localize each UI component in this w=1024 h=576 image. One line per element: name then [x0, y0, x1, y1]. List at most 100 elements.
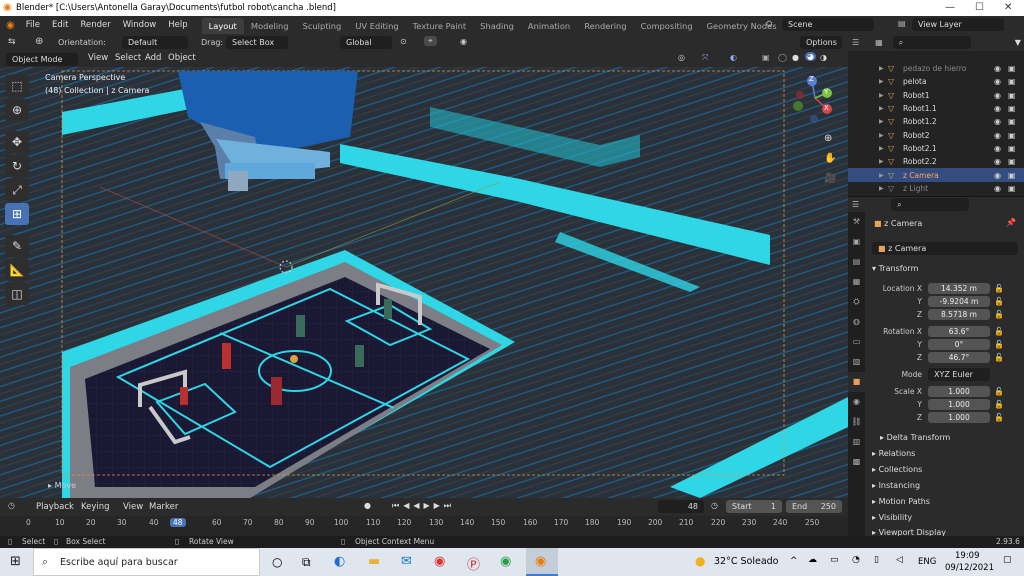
lock-icon[interactable]: 🔓 [994, 413, 1004, 422]
transform-pivot-icon[interactable]: ⊕ [35, 36, 43, 47]
taskbar-weather[interactable]: 32°C Soleado [714, 556, 778, 567]
rotation-y-field[interactable]: 0° [928, 339, 990, 350]
meet-now-icon[interactable]: ▭ [830, 555, 839, 565]
chrome-profile-icon[interactable]: ◉ [500, 554, 511, 569]
scale-tool-icon[interactable]: ⤢ [5, 179, 29, 201]
properties-search-input[interactable]: ⌕ [891, 198, 970, 211]
expand-icon[interactable]: ▶ [879, 132, 884, 139]
gizmo-icon[interactable]: ⤧ [702, 53, 708, 63]
outliner-row-robot2-2[interactable]: ▶ ▽ Robot2.2 ◉ ▣ [848, 155, 1024, 168]
render-camera-icon[interactable]: ▣ [1008, 77, 1016, 86]
outliner-search-input[interactable]: ⌕ [892, 36, 971, 49]
tool-tab-icon[interactable]: ⚒ [848, 212, 865, 232]
output-tab-icon[interactable]: ▤ [848, 252, 865, 272]
navigation-gizmo[interactable]: Z Y X ⊕ ✋ 🎥 [790, 73, 840, 193]
taskbar-search-box[interactable]: ⌕ Escribe aquí para buscar [33, 548, 260, 576]
visibility-eye-icon[interactable]: ◉ [994, 104, 1001, 113]
viewport-menu-object[interactable]: Object [162, 50, 202, 66]
rotation-mode-dropdown[interactable]: XYZ Euler [928, 368, 990, 381]
visibility-eye-icon[interactable]: ◉ [994, 144, 1001, 153]
tab-uv-editing[interactable]: UV Editing [348, 18, 405, 34]
expand-icon[interactable]: ▶ [879, 172, 884, 179]
outliner-row-pedazo-de-hierro[interactable]: ▶ ▽ pedazo de hierro ◉ ▣ [848, 62, 1024, 75]
expand-icon[interactable]: ▶ [879, 158, 884, 165]
visibility-eye-icon[interactable]: ◉ [994, 77, 1001, 86]
notifications-icon[interactable]: ▢ [1003, 555, 1012, 565]
pivot-point-icon[interactable]: ⊙ [400, 37, 407, 46]
transform-orientation-dropdown[interactable]: Global [340, 36, 392, 49]
rotation-z-field[interactable]: 46.7° [928, 352, 990, 363]
rendered-shading-icon[interactable]: ◑ [820, 53, 827, 62]
properties-editor-icon[interactable]: ☰ [852, 200, 859, 209]
lock-icon[interactable]: 🔓 [994, 387, 1004, 396]
orientation-dropdown[interactable]: Default [122, 36, 188, 49]
view-layer-tab-icon[interactable]: ▦ [848, 272, 865, 292]
annotate-tool-icon[interactable]: ✎ [5, 235, 29, 257]
display-mode-icon[interactable]: ▦ [875, 38, 883, 47]
relations-panel[interactable]: ▸ Relations [872, 449, 915, 458]
render-camera-icon[interactable]: ▣ [1008, 64, 1016, 73]
outliner-row-robot1-2[interactable]: ▶ ▽ Robot1.2 ◉ ▣ [848, 115, 1024, 128]
taskbar-time[interactable]: 19:09 [955, 551, 980, 561]
tool-icon[interactable]: ⇆ [8, 37, 16, 47]
menu-window[interactable]: Window [117, 16, 163, 34]
expand-icon[interactable]: ▶ [879, 185, 884, 192]
solid-shading-icon[interactable]: ● [792, 53, 799, 62]
lock-icon[interactable]: 🔓 [994, 353, 1004, 362]
network-icon[interactable]: ◔ [852, 555, 860, 565]
visibility-eye-icon[interactable]: ◉ [994, 64, 1001, 73]
tab-sculpting[interactable]: Sculpting [296, 18, 349, 34]
tab-shading[interactable]: Shading [473, 18, 521, 34]
timeline-menu-playback[interactable]: Playback [30, 498, 80, 516]
measure-tool-icon[interactable]: 📐 [5, 259, 29, 281]
transform-panel-header[interactable]: ▾ Transform [872, 264, 918, 273]
end-frame-field[interactable]: End 250 [786, 500, 842, 513]
scene-tab-icon[interactable]: ⛭ [848, 292, 865, 312]
move-tool-icon[interactable]: ✥ [5, 131, 29, 153]
cortana-icon[interactable]: ○ [272, 555, 282, 569]
render-tab-icon[interactable]: ▣ [848, 232, 865, 252]
location-z-field[interactable]: 8.5718 m [928, 309, 990, 320]
pan-hand-icon[interactable]: ✋ [824, 153, 836, 164]
lock-icon[interactable]: 🔓 [994, 297, 1004, 306]
collections-panel[interactable]: ▸ Collections [872, 465, 922, 474]
visibility-eye-icon[interactable]: ◉ [994, 91, 1001, 100]
render-camera-icon[interactable]: ▣ [1008, 184, 1016, 193]
menu-edit[interactable]: Edit [46, 16, 74, 34]
lock-icon[interactable]: 🔓 [994, 284, 1004, 293]
expand-icon[interactable]: ▶ [879, 78, 884, 85]
visibility-panel[interactable]: ▸ Visibility [872, 513, 912, 522]
playhead-frame[interactable]: 48 [170, 518, 186, 527]
outliner-row-robot1[interactable]: ▶ ▽ Robot1 ◉ ▣ [848, 89, 1024, 102]
task-view-icon[interactable]: ⧉ [302, 555, 311, 570]
wireframe-shading-icon[interactable]: ◯ [778, 53, 787, 62]
overlays-icon[interactable]: ◐ [730, 53, 737, 62]
close-icon[interactable]: ✕ [1004, 2, 1012, 13]
tab-modeling[interactable]: Modeling [244, 18, 296, 34]
select-tool-icon[interactable]: ⬚ [5, 75, 29, 97]
render-camera-icon[interactable]: ▣ [1008, 131, 1016, 140]
mode-dropdown[interactable]: Object Mode [6, 53, 78, 66]
expand-icon[interactable]: ▶ [879, 65, 884, 72]
snap-icon[interactable]: ⌖ [424, 36, 437, 46]
drag-dropdown[interactable]: Select Box [226, 36, 288, 49]
menu-file[interactable]: File [20, 16, 46, 34]
tab-compositing[interactable]: Compositing [634, 18, 700, 34]
minimize-icon[interactable]: — [945, 2, 955, 13]
render-camera-icon[interactable]: ▣ [1008, 104, 1016, 113]
volume-icon[interactable]: ◁ [896, 555, 903, 565]
outliner-row-z-camera[interactable]: ▶ ▽ z Camera ◉ ▣ [848, 168, 1024, 182]
scale-y-field[interactable]: 1.000 [928, 399, 990, 410]
tab-rendering[interactable]: Rendering [577, 18, 633, 34]
chrome-icon[interactable]: ◉ [434, 554, 445, 569]
lock-icon[interactable]: 🔓 [994, 310, 1004, 319]
expand-icon[interactable]: ▶ [879, 145, 884, 152]
timeline-ruler[interactable]: 0 10 20 30 40 48 60 70 80 90 100 110 120… [0, 516, 848, 536]
instancing-panel[interactable]: ▸ Instancing [872, 481, 920, 490]
mail-icon[interactable]: ✉ [401, 554, 412, 569]
visibility-eye-icon[interactable]: ◉ [994, 157, 1001, 166]
tab-layout[interactable]: Layout [201, 17, 244, 34]
visibility-eye-icon[interactable]: ◉ [994, 117, 1001, 126]
scale-z-field[interactable]: 1.000 [928, 412, 990, 423]
expand-icon[interactable]: ▶ [879, 105, 884, 112]
